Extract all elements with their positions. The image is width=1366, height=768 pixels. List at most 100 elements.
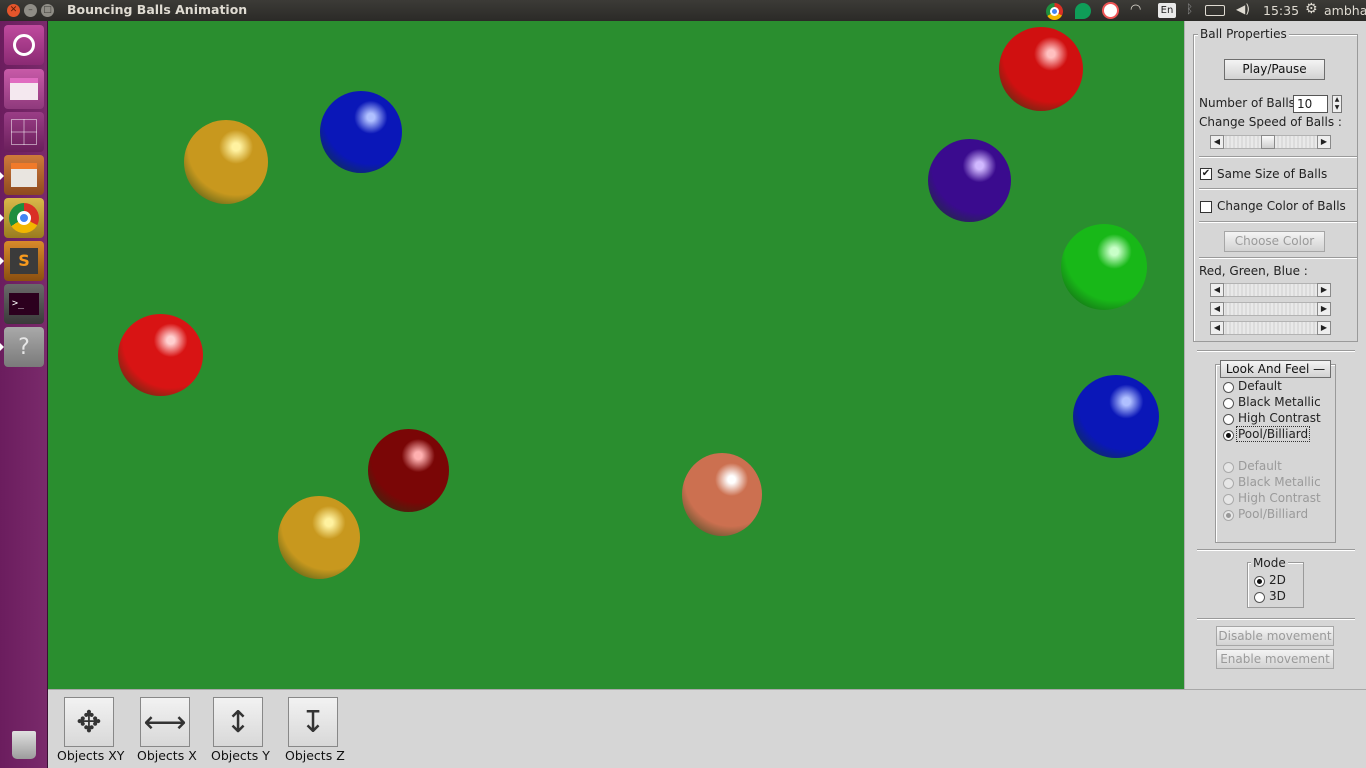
volume-icon[interactable]: ◀) bbox=[1236, 2, 1250, 16]
change-color-label: Change Color of Balls bbox=[1217, 199, 1346, 213]
help-icon[interactable]: ? bbox=[4, 327, 44, 367]
ball bbox=[184, 120, 268, 204]
window-title: Bouncing Balls Animation bbox=[67, 2, 248, 17]
ball bbox=[1061, 224, 1147, 310]
choose-color-button[interactable]: Choose Color bbox=[1224, 231, 1325, 252]
laf-black-metallic-label-disabled: Black Metallic bbox=[1238, 475, 1321, 489]
laf-default-label-disabled: Default bbox=[1238, 459, 1282, 473]
gear-icon[interactable]: ⚙ bbox=[1305, 1, 1318, 17]
laf-black-metallic-radio[interactable] bbox=[1223, 398, 1234, 409]
laf-pool-billiard-label-disabled: Pool/Billiard bbox=[1238, 507, 1309, 521]
speed-slider-thumb[interactable] bbox=[1261, 135, 1275, 149]
wifi-icon[interactable]: ◠ bbox=[1130, 2, 1141, 17]
divider bbox=[1199, 156, 1357, 158]
laf-pool-billiard-label: Pool/Billiard bbox=[1236, 426, 1311, 442]
animation-canvas[interactable] bbox=[48, 21, 1184, 689]
hangouts-tray-icon[interactable] bbox=[1075, 3, 1091, 19]
scroll-left-arrow-icon[interactable]: ◀ bbox=[1210, 321, 1224, 335]
speed-label: Change Speed of Balls : bbox=[1199, 115, 1342, 129]
chrome-tray-icon[interactable] bbox=[1046, 3, 1063, 20]
same-size-checkbox[interactable]: ✔ bbox=[1200, 168, 1212, 180]
same-size-label: Same Size of Balls bbox=[1217, 167, 1328, 181]
scroll-right-arrow-icon[interactable]: ▶ bbox=[1317, 135, 1331, 149]
terminal-icon[interactable]: >_ bbox=[4, 284, 44, 324]
clock[interactable]: 15:35 bbox=[1263, 3, 1299, 18]
mode-2d-radio[interactable] bbox=[1254, 576, 1265, 587]
ball bbox=[118, 314, 203, 396]
ball-properties-label: Ball Properties bbox=[1198, 27, 1289, 41]
keyboard-language-indicator[interactable]: En bbox=[1158, 3, 1176, 18]
green-slider[interactable]: ◀ ▶ bbox=[1210, 302, 1331, 316]
number-of-balls-field[interactable]: 10 bbox=[1293, 95, 1328, 113]
laf-pool-billiard-radio[interactable] bbox=[1223, 430, 1234, 441]
maximize-window-button[interactable]: □ bbox=[41, 4, 54, 17]
objects-x-label: Objects X bbox=[137, 748, 197, 763]
files-icon[interactable] bbox=[4, 69, 44, 109]
laf-black-metallic-label: Black Metallic bbox=[1238, 395, 1321, 409]
laf-default-radio-disabled bbox=[1223, 462, 1234, 473]
scroll-left-arrow-icon[interactable]: ◀ bbox=[1210, 135, 1224, 149]
laf-default-label: Default bbox=[1238, 379, 1282, 393]
control-panel: Ball Properties Play/Pause Number of Bal… bbox=[1184, 21, 1366, 689]
rgb-label: Red, Green, Blue : bbox=[1199, 264, 1308, 278]
laf-high-contrast-radio-disabled bbox=[1223, 494, 1234, 505]
laf-default-radio[interactable] bbox=[1223, 382, 1234, 393]
scroll-right-arrow-icon[interactable]: ▶ bbox=[1317, 302, 1331, 316]
ball bbox=[928, 139, 1011, 222]
laf-pool-billiard-radio-disabled bbox=[1223, 510, 1234, 521]
move-y-icon[interactable]: ↕ bbox=[213, 697, 263, 747]
blue-slider[interactable]: ◀ ▶ bbox=[1210, 321, 1331, 335]
running-indicator bbox=[0, 343, 4, 351]
minimize-window-button[interactable]: – bbox=[24, 4, 37, 17]
alarm-clock-icon[interactable] bbox=[1102, 2, 1119, 19]
look-and-feel-button[interactable]: Look And Feel — bbox=[1220, 360, 1331, 378]
divider bbox=[1197, 618, 1355, 620]
enable-movement-button[interactable]: Enable movement bbox=[1216, 649, 1334, 669]
sublime-text-icon[interactable]: S bbox=[4, 241, 44, 281]
divider bbox=[1199, 221, 1357, 223]
bluetooth-icon[interactable]: ᛒ bbox=[1186, 2, 1193, 16]
red-slider[interactable]: ◀ ▶ bbox=[1210, 283, 1331, 297]
dash-icon[interactable] bbox=[4, 25, 44, 65]
mode-2d-label: 2D bbox=[1269, 573, 1286, 587]
divider bbox=[1199, 188, 1357, 190]
bottom-toolbar: ✥ Objects XY ⟷ Objects X ↕ Objects Y ↧ O… bbox=[48, 689, 1366, 768]
scroll-left-arrow-icon[interactable]: ◀ bbox=[1210, 302, 1224, 316]
scroll-left-arrow-icon[interactable]: ◀ bbox=[1210, 283, 1224, 297]
chrome-icon[interactable] bbox=[4, 198, 44, 238]
move-x-icon[interactable]: ⟷ bbox=[140, 697, 190, 747]
scroll-right-arrow-icon[interactable]: ▶ bbox=[1317, 283, 1331, 297]
objects-z-label: Objects Z bbox=[285, 748, 345, 763]
mode-3d-radio[interactable] bbox=[1254, 592, 1265, 603]
laf-black-metallic-radio-disabled bbox=[1223, 478, 1234, 489]
move-xy-icon[interactable]: ✥ bbox=[64, 697, 114, 747]
trash-icon[interactable] bbox=[4, 725, 44, 765]
disable-movement-button[interactable]: Disable movement bbox=[1216, 626, 1334, 646]
top-panel: ✕ – □ Bouncing Balls Animation ◠ En ᛒ ◀)… bbox=[0, 0, 1366, 21]
file-cabinet-icon[interactable] bbox=[4, 155, 44, 195]
user-name[interactable]: ambha bbox=[1324, 3, 1366, 18]
ball bbox=[278, 496, 360, 579]
objects-xy-label: Objects XY bbox=[57, 748, 125, 763]
ball bbox=[1073, 375, 1159, 458]
close-window-button[interactable]: ✕ bbox=[7, 4, 20, 17]
ball bbox=[682, 453, 762, 536]
ball bbox=[999, 27, 1083, 111]
battery-icon[interactable] bbox=[1205, 5, 1225, 16]
scroll-right-arrow-icon[interactable]: ▶ bbox=[1317, 321, 1331, 335]
play-pause-button[interactable]: Play/Pause bbox=[1224, 59, 1325, 80]
mode-3d-label: 3D bbox=[1269, 589, 1286, 603]
move-z-icon[interactable]: ↧ bbox=[288, 697, 338, 747]
change-color-checkbox[interactable] bbox=[1200, 201, 1212, 213]
divider bbox=[1197, 549, 1355, 551]
divider bbox=[1197, 350, 1355, 352]
laf-high-contrast-label: High Contrast bbox=[1238, 411, 1321, 425]
laf-high-contrast-radio[interactable] bbox=[1223, 414, 1234, 425]
divider bbox=[1199, 257, 1357, 259]
number-of-balls-stepper[interactable]: ▲ ▼ bbox=[1332, 95, 1342, 113]
workspace-switcher-icon[interactable] bbox=[4, 112, 44, 152]
mode-label: Mode bbox=[1251, 556, 1288, 570]
running-indicator bbox=[0, 257, 4, 265]
speed-slider[interactable]: ◀ ▶ bbox=[1210, 135, 1331, 149]
laf-high-contrast-label-disabled: High Contrast bbox=[1238, 491, 1321, 505]
